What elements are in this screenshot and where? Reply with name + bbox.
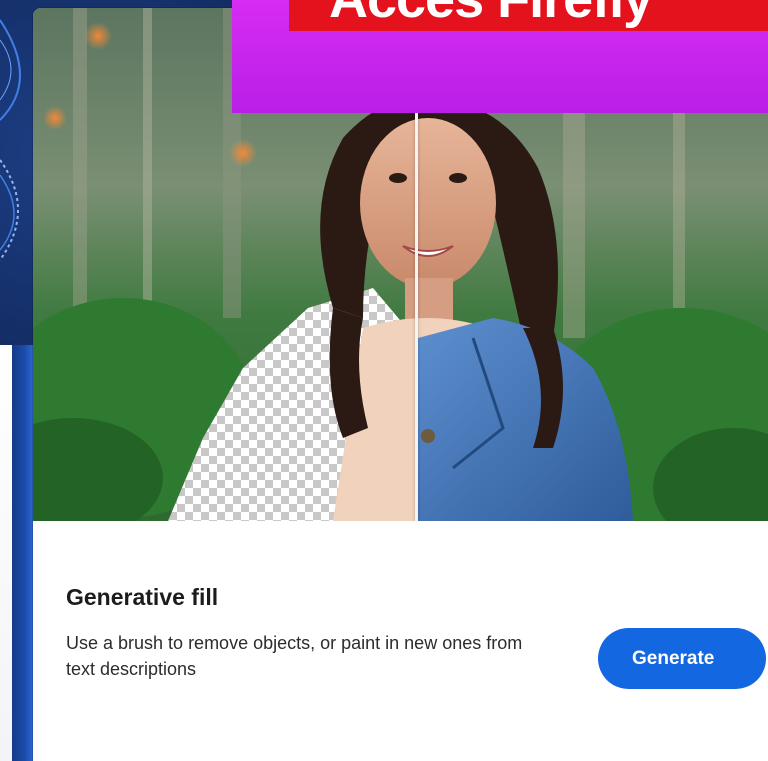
promo-banner: Acces Firefly (232, 0, 768, 113)
generate-button[interactable]: Generate (598, 628, 766, 689)
background-white-strip (0, 345, 12, 761)
feature-info: Generative fill Use a brush to remove ob… (33, 521, 768, 761)
promo-banner-red-strip: Acces Firefly (289, 0, 768, 31)
generative-fill-card: Generative fill Use a brush to remove ob… (33, 8, 768, 761)
feature-description: Use a brush to remove objects, or paint … (66, 633, 523, 679)
promo-banner-text: Acces Firefly (329, 0, 653, 30)
feature-title: Generative fill (66, 584, 219, 610)
